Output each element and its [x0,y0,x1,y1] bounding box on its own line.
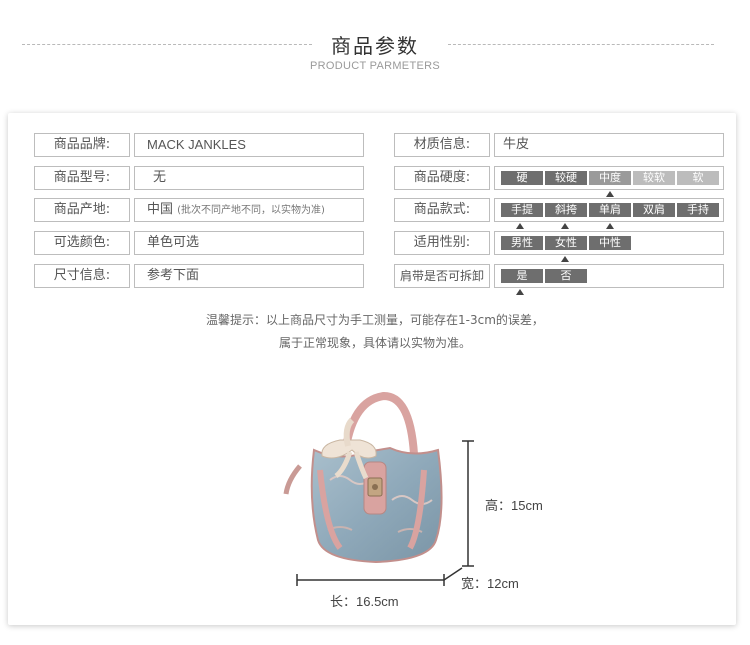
side-strap [283,464,302,495]
length-dimension-label: 长：16.5cm [330,594,399,609]
bag-product-image [283,391,474,586]
width-dimension-line [443,567,463,581]
height-dimension-label: 高：15cm [485,498,543,513]
width-dimension-label: 宽：12cm [461,576,519,591]
